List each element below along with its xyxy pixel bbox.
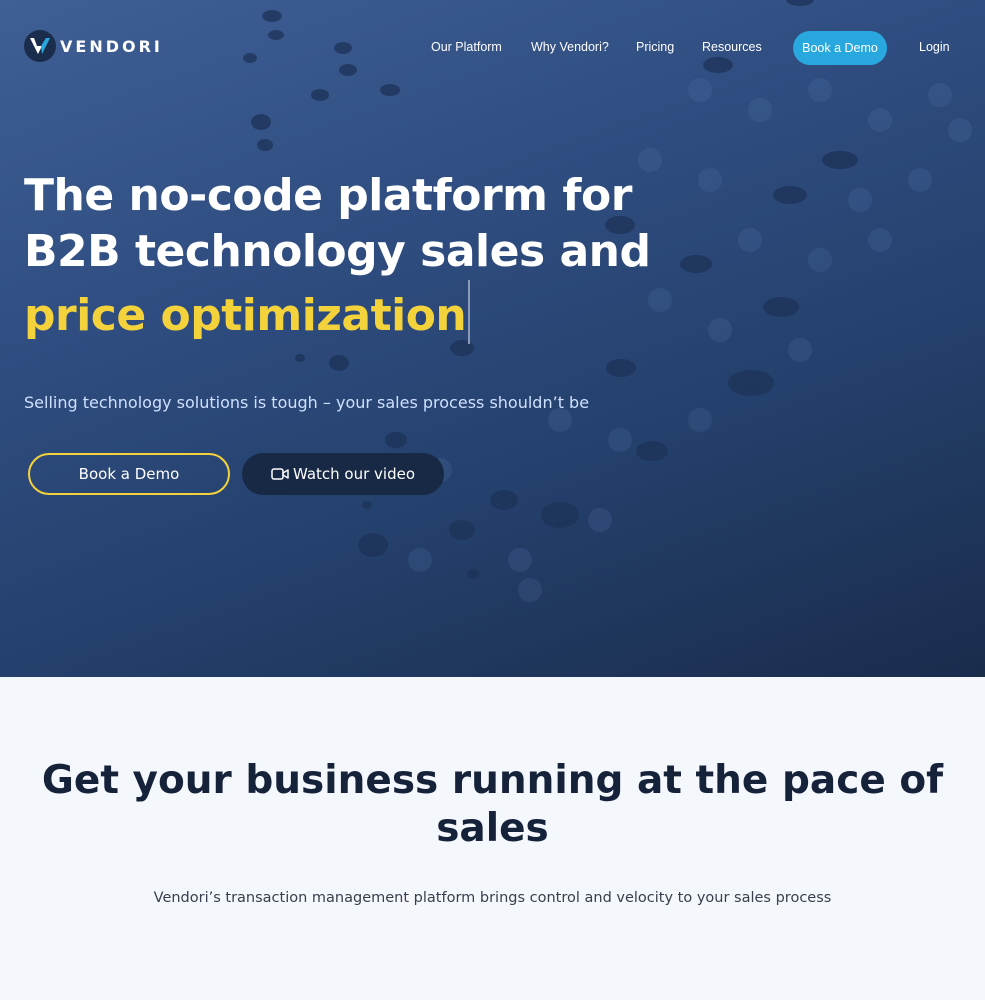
nav-link-why-vendori[interactable]: Why Vendori? (531, 40, 609, 54)
section-subtitle: Vendori’s transaction management platfor… (153, 890, 832, 906)
hero-section: VENDORI Our Platform Why Vendori? Pricin… (0, 0, 985, 677)
headline-highlight: price optimization (24, 290, 467, 341)
headline-line-2: B2B technology sales and (24, 226, 651, 277)
nav-book-demo-button[interactable]: Book a Demo (793, 31, 887, 65)
section-title: Get your business running at the pace of… (41, 758, 944, 851)
brand-name: VENDORI (60, 36, 163, 56)
top-navigation: VENDORI Our Platform Why Vendori? Pricin… (0, 0, 985, 96)
hero-book-demo-button[interactable]: Book a Demo (28, 453, 230, 495)
nav-link-pricing[interactable]: Pricing (636, 40, 674, 54)
vendori-logo[interactable]: VENDORI (24, 30, 163, 62)
watch-video-button[interactable]: Watch our video (242, 453, 444, 495)
nav-link-our-platform[interactable]: Our Platform (431, 40, 502, 54)
hero-headline: The no-code platform for B2B technology … (24, 168, 684, 344)
pace-of-sales-section: Get your business running at the pace of… (0, 677, 985, 1000)
video-camera-icon (271, 467, 289, 481)
nav-login-link[interactable]: Login (919, 40, 950, 54)
headline-line-1: The no-code platform for (24, 170, 632, 221)
vendori-v-icon (24, 30, 56, 62)
text-caret (468, 280, 471, 344)
watch-video-label: Watch our video (292, 465, 416, 483)
nav-link-resources[interactable]: Resources (702, 40, 762, 54)
hero-subheadline: Selling technology solutions is tough – … (24, 393, 590, 412)
